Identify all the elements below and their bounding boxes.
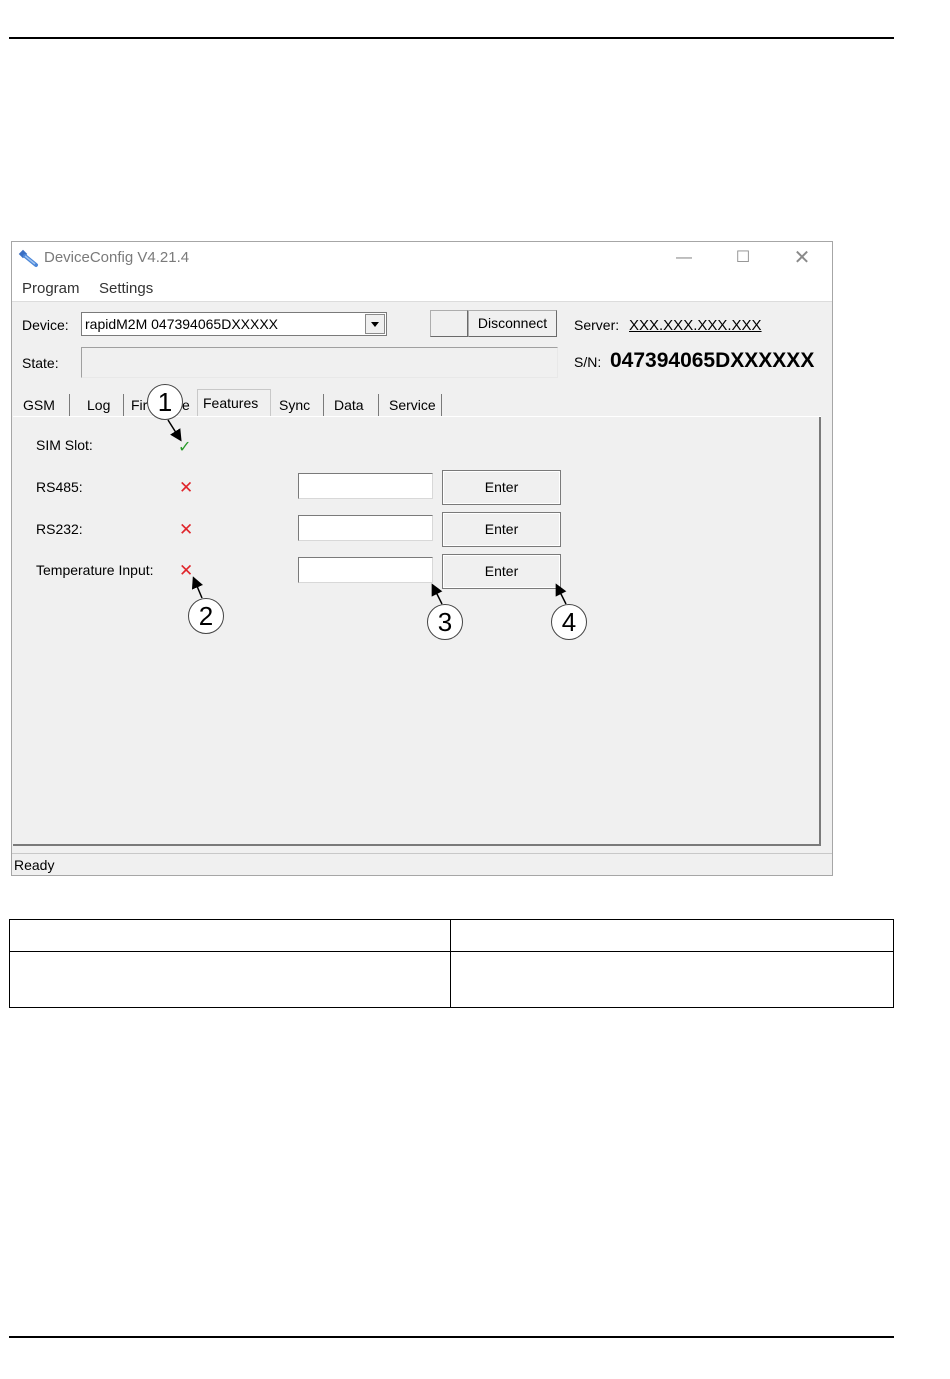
- tab-data[interactable]: Data: [329, 394, 379, 416]
- callout-1: 1: [147, 384, 183, 420]
- feature-label-rs485: RS485:: [36, 479, 83, 495]
- device-select-value: rapidM2M 047394065DXXXXX: [85, 316, 279, 332]
- serial-number: 047394065DXXXXXX: [610, 349, 815, 372]
- wrench-icon: [18, 249, 38, 267]
- tab-log[interactable]: Log: [78, 394, 124, 416]
- menu-settings[interactable]: Settings: [99, 280, 153, 297]
- dropdown-button[interactable]: [365, 314, 385, 334]
- feature-label-sim-slot: SIM Slot:: [36, 437, 93, 453]
- window-title: DeviceConfig V4.21.4: [44, 249, 190, 266]
- tab-gsm[interactable]: GSM: [18, 394, 70, 416]
- menu-program[interactable]: Program: [22, 280, 80, 297]
- x-icon: ✕: [179, 520, 194, 540]
- disconnect-button[interactable]: Disconnect: [468, 310, 557, 337]
- device-select[interactable]: rapidM2M 047394065DXXXXX: [81, 312, 387, 336]
- rs232-input[interactable]: [298, 515, 433, 541]
- feature-label-temperature-input: Temperature Input:: [36, 562, 154, 578]
- status-bar: Ready: [12, 853, 832, 875]
- minimize-button[interactable]: —: [664, 246, 704, 270]
- check-icon: ✓: [178, 437, 192, 456]
- tab-features[interactable]: Features: [197, 389, 271, 417]
- sn-label: S/N:: [574, 354, 602, 370]
- server-value: XXX.XXX.XXX.XXX: [629, 317, 762, 334]
- x-icon: ✕: [179, 561, 194, 581]
- callout-3: 3: [427, 604, 463, 640]
- chevron-down-icon: [371, 322, 379, 327]
- rs485-input[interactable]: [298, 473, 433, 499]
- legend-table: [9, 919, 894, 1008]
- rs485-enter-button[interactable]: Enter: [442, 470, 561, 505]
- table-cell: [9, 919, 451, 952]
- temperature-enter-button[interactable]: Enter: [442, 554, 561, 589]
- tab-service[interactable]: Service: [384, 394, 442, 416]
- app-window: DeviceConfig V4.21.4 — ☐ ✕ Program Setti…: [11, 241, 833, 876]
- feature-label-rs232: RS232:: [36, 521, 83, 537]
- status-text: Ready: [14, 857, 55, 873]
- table-cell: [450, 951, 894, 1008]
- menu-bar: Program Settings: [12, 274, 832, 302]
- callout-2: 2: [188, 598, 224, 634]
- table-header-row: [9, 919, 894, 952]
- callout-4: 4: [551, 604, 587, 640]
- close-button[interactable]: ✕: [782, 246, 822, 270]
- rs232-enter-button[interactable]: Enter: [442, 512, 561, 547]
- table-cell: [450, 919, 894, 952]
- device-label: Device:: [22, 317, 69, 333]
- top-rule: [9, 37, 894, 39]
- blank-button[interactable]: [430, 310, 468, 337]
- temperature-input[interactable]: [298, 557, 433, 583]
- state-label: State:: [22, 355, 59, 371]
- table-row: [9, 951, 894, 1008]
- table-cell: [9, 951, 451, 1008]
- state-field: [81, 347, 558, 378]
- tab-sync[interactable]: Sync: [274, 394, 324, 416]
- server-label: Server:: [574, 317, 620, 333]
- bottom-rule: [9, 1336, 894, 1338]
- title-bar: DeviceConfig V4.21.4 — ☐ ✕: [12, 242, 832, 274]
- maximize-button[interactable]: ☐: [723, 246, 763, 270]
- x-icon: ✕: [179, 478, 194, 498]
